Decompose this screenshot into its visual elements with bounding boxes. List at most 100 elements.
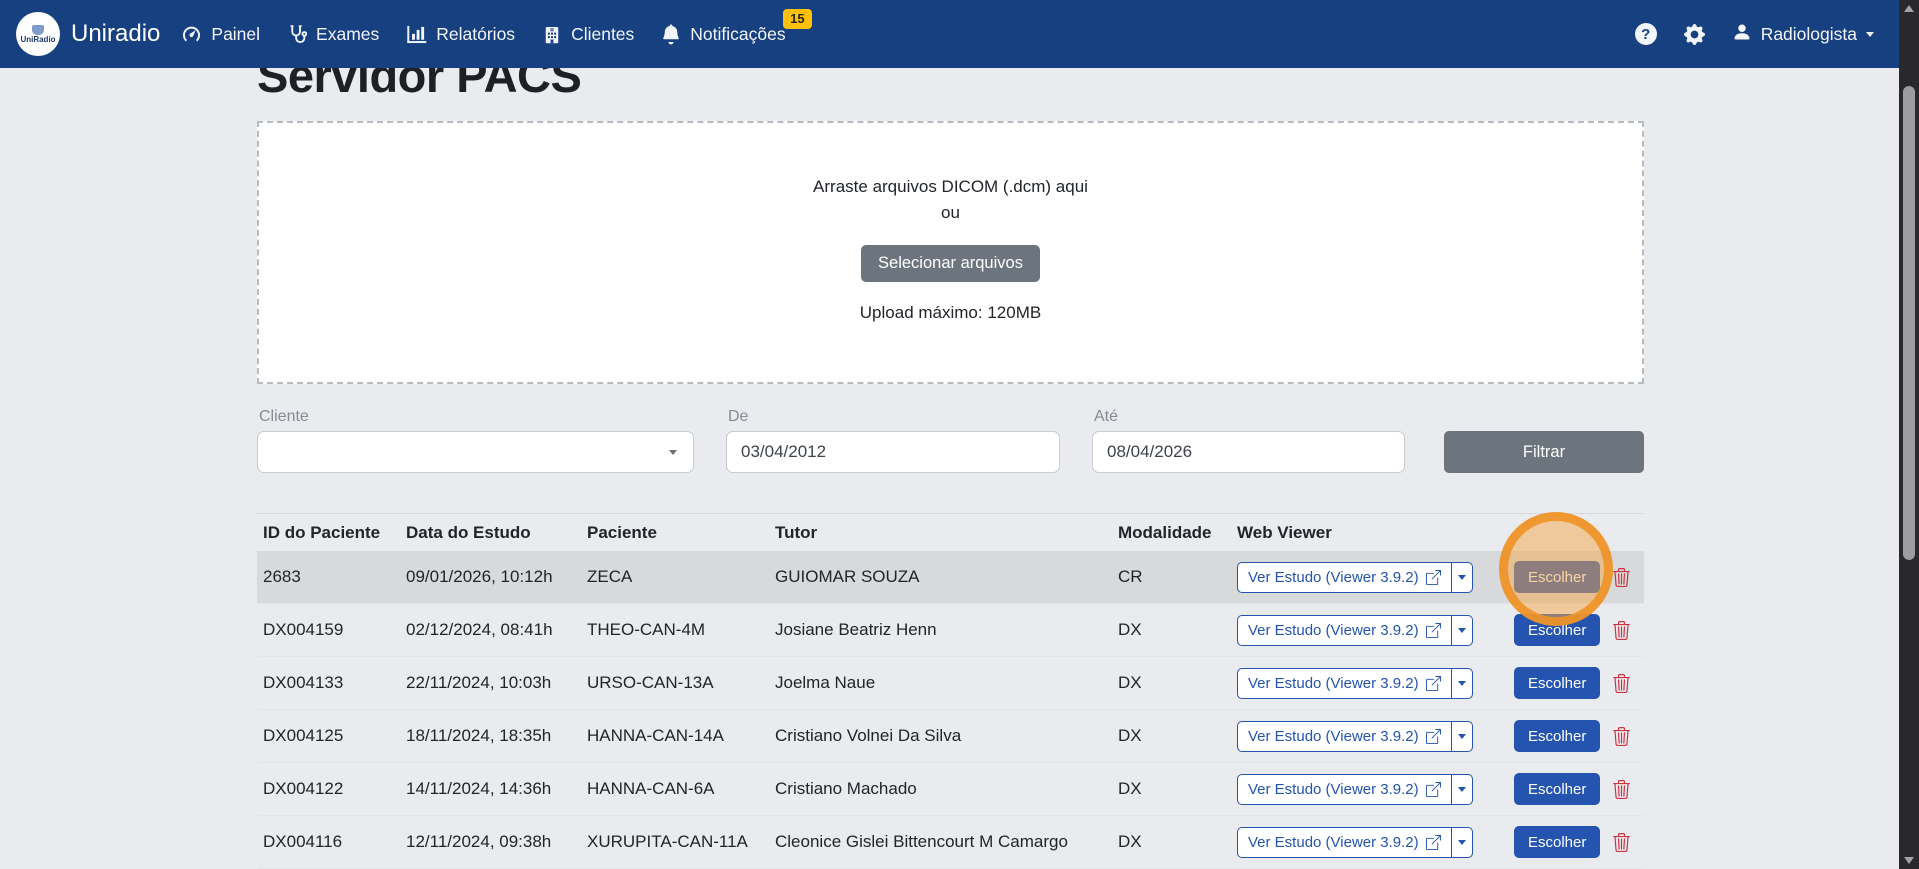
view-study-button[interactable]: Ver Estudo (Viewer 3.9.2) — [1237, 668, 1452, 699]
patient-id-cell: DX004116 — [257, 832, 400, 852]
web-viewer-cell: Ver Estudo (Viewer 3.9.2) — [1231, 774, 1508, 805]
patient-id-cell: DX004133 — [257, 673, 400, 693]
viewer-dropdown-toggle[interactable] — [1451, 721, 1473, 752]
table-header-row: ID do Paciente Data do Estudo Paciente T… — [257, 513, 1644, 551]
choose-button[interactable]: Escolher — [1514, 561, 1600, 593]
view-study-button[interactable]: Ver Estudo (Viewer 3.9.2) — [1237, 721, 1452, 752]
select-files-button[interactable]: Selecionar arquivos — [861, 245, 1040, 282]
viewer-dropdown-toggle[interactable] — [1451, 562, 1473, 593]
table-row: DX00411612/11/2024, 09:38hXURUPITA-CAN-1… — [257, 816, 1644, 869]
bell-icon — [661, 24, 681, 45]
view-study-button[interactable]: Ver Estudo (Viewer 3.9.2) — [1237, 827, 1452, 858]
patient-cell: HANNA-CAN-14A — [581, 726, 769, 746]
gear-icon[interactable] — [1684, 24, 1705, 45]
caret-down-icon — [1458, 575, 1466, 580]
caret-down-icon — [1458, 681, 1466, 686]
patient-cell: XURUPITA-CAN-11A — [581, 832, 769, 852]
uniradio-logo-icon: UniRadio — [16, 12, 60, 56]
view-study-button[interactable]: Ver Estudo (Viewer 3.9.2) — [1237, 774, 1452, 805]
client-select[interactable] — [257, 431, 694, 473]
brand-name: Uniradio — [71, 20, 160, 48]
viewer-dropdown-toggle[interactable] — [1451, 827, 1473, 858]
header-study-date: Data do Estudo — [400, 523, 581, 543]
viewer-dropdown-toggle[interactable] — [1451, 668, 1473, 699]
actions-cell: Escolher — [1508, 561, 1644, 593]
nav-item-relatorios[interactable]: Relatórios — [406, 24, 515, 45]
top-navbar: UniRadio Uniradio Painel Exames Relatóri… — [0, 0, 1919, 68]
choose-button[interactable]: Escolher — [1514, 720, 1600, 752]
actions-cell: Escolher — [1508, 826, 1644, 858]
scrollbar[interactable] — [1899, 0, 1919, 869]
web-viewer-cell: Ver Estudo (Viewer 3.9.2) — [1231, 721, 1508, 752]
trash-icon[interactable] — [1612, 833, 1631, 852]
tutor-cell: Joelma Naue — [769, 673, 1112, 693]
table-row: DX00413322/11/2024, 10:03hURSO-CAN-13AJo… — [257, 657, 1644, 710]
client-label: Cliente — [259, 408, 694, 426]
view-study-button[interactable]: Ver Estudo (Viewer 3.9.2) — [1237, 615, 1452, 646]
header-tutor: Tutor — [769, 523, 1112, 543]
choose-button[interactable]: Escolher — [1514, 826, 1600, 858]
nav-item-label: Exames — [316, 24, 379, 45]
choose-button[interactable]: Escolher — [1514, 614, 1600, 646]
external-link-icon — [1426, 729, 1441, 744]
web-viewer-cell: Ver Estudo (Viewer 3.9.2) — [1231, 562, 1508, 593]
tutor-cell: GUIOMAR SOUZA — [769, 567, 1112, 587]
person-icon — [1732, 22, 1752, 47]
patient-cell: HANNA-CAN-6A — [581, 779, 769, 799]
nav-item-notificacoes[interactable]: Notificações 15 — [661, 24, 785, 45]
patient-cell: URSO-CAN-13A — [581, 673, 769, 693]
tutor-cell: Cristiano Volnei Da Silva — [769, 726, 1112, 746]
brand[interactable]: UniRadio Uniradio — [16, 12, 160, 56]
view-study-button[interactable]: Ver Estudo (Viewer 3.9.2) — [1237, 562, 1452, 593]
scrollbar-thumb[interactable] — [1903, 86, 1915, 560]
patient-cell: THEO-CAN-4M — [581, 620, 769, 640]
help-icon[interactable]: ? — [1635, 23, 1657, 45]
trash-icon[interactable] — [1612, 780, 1631, 799]
scroll-down-arrow[interactable] — [1899, 852, 1919, 869]
choose-button[interactable]: Escolher — [1514, 667, 1600, 699]
external-link-icon — [1426, 835, 1441, 850]
nav-item-painel[interactable]: Painel — [181, 24, 260, 45]
study-date-cell: 22/11/2024, 10:03h — [400, 673, 581, 693]
header-web-viewer: Web Viewer — [1231, 523, 1508, 543]
chevron-down-icon — [1866, 32, 1874, 37]
nav-right: ? Radiologista — [1635, 22, 1874, 47]
dropzone-or-text: ou — [259, 200, 1642, 226]
date-from-input[interactable] — [726, 431, 1060, 473]
nav-item-exames[interactable]: Exames — [287, 24, 379, 45]
study-date-cell: 12/11/2024, 09:38h — [400, 832, 581, 852]
modality-cell: DX — [1112, 620, 1231, 640]
dropzone-instruction: Arraste arquivos DICOM (.dcm) aqui — [259, 174, 1642, 200]
actions-cell: Escolher — [1508, 773, 1644, 805]
caret-down-icon — [1458, 840, 1466, 845]
choose-button[interactable]: Escolher — [1514, 773, 1600, 805]
upload-max-label: Upload máximo: 120MB — [259, 303, 1642, 323]
filter-button[interactable]: Filtrar — [1444, 431, 1644, 473]
modality-cell: DX — [1112, 726, 1231, 746]
modality-cell: DX — [1112, 832, 1231, 852]
trash-icon[interactable] — [1612, 568, 1631, 587]
nav-items: Painel Exames Relatórios Clientes Notifi… — [181, 24, 785, 45]
patient-cell: ZECA — [581, 567, 769, 587]
trash-icon[interactable] — [1612, 674, 1631, 693]
external-link-icon — [1426, 676, 1441, 691]
scroll-up-arrow[interactable] — [1899, 0, 1919, 17]
study-date-cell: 02/12/2024, 08:41h — [400, 620, 581, 640]
table-row: DX00412518/11/2024, 18:35hHANNA-CAN-14AC… — [257, 710, 1644, 763]
viewer-dropdown-toggle[interactable] — [1451, 615, 1473, 646]
actions-cell: Escolher — [1508, 667, 1644, 699]
nav-item-clientes[interactable]: Clientes — [542, 24, 634, 45]
header-modality: Modalidade — [1112, 523, 1231, 543]
user-menu[interactable]: Radiologista — [1732, 22, 1874, 47]
viewer-dropdown-toggle[interactable] — [1451, 774, 1473, 805]
tutor-cell: Josiane Beatriz Henn — [769, 620, 1112, 640]
date-to-input[interactable] — [1092, 431, 1405, 473]
dicom-dropzone[interactable]: Arraste arquivos DICOM (.dcm) aqui ou Se… — [257, 121, 1644, 384]
trash-icon[interactable] — [1612, 727, 1631, 746]
studies-table: ID do Paciente Data do Estudo Paciente T… — [257, 513, 1644, 869]
trash-icon[interactable] — [1612, 621, 1631, 640]
web-viewer-cell: Ver Estudo (Viewer 3.9.2) — [1231, 668, 1508, 699]
nav-item-label: Clientes — [571, 24, 634, 45]
external-link-icon — [1426, 570, 1441, 585]
logo-shape — [32, 25, 44, 35]
